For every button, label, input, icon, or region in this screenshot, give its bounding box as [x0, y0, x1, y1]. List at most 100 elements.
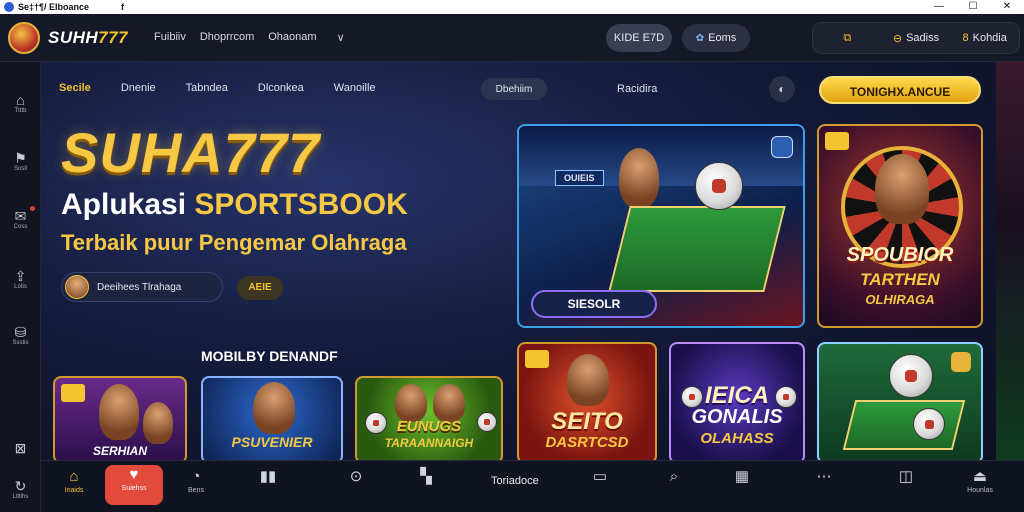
card-badge: OUIEIS	[555, 170, 604, 186]
top-nav-item-1[interactable]: Fuibiiv	[154, 31, 186, 44]
bottom-nav-label-1: Inaids	[64, 487, 84, 494]
top-nav-item-3[interactable]: Ohaonam	[268, 31, 316, 44]
game-card-3-line-2: TARAANNAIGH	[384, 436, 474, 450]
bottom-nav-center-text[interactable]: Toriadoce	[491, 475, 539, 487]
notification-dot	[30, 206, 35, 211]
bottom-nav-label-2: Suiehss	[121, 485, 147, 492]
left-sidebar: ⌂ Ttttb ⚑ Sosll ✉ Coss ⇪ Lotis ⛁ Ssstis ⊠ ↻ Ll…	[0, 62, 41, 512]
flag-icon: ⚑	[14, 150, 27, 166]
minimize-button[interactable]: —	[922, 0, 956, 14]
sidebar-item-sports[interactable]: ⚑ Sosll	[0, 150, 41, 172]
hero-subtitle: Aplukasi SPORTSBOOK	[61, 188, 408, 222]
section-title: MOBILBY DENANDF	[201, 348, 338, 364]
target-icon: ⊙	[349, 468, 363, 485]
facebook-icon[interactable]: f	[121, 2, 124, 12]
header-right-item-3[interactable]: 8 Kohdia	[950, 32, 1019, 44]
header-right-group: ⧉ ⊖ Sadiss 8 Kohdia	[812, 22, 1020, 54]
bottom-nav-favorites[interactable]: ♥ Suiehss	[105, 465, 163, 505]
bottom-nav-account[interactable]: ⏏ Hounlas	[951, 467, 1009, 494]
book-icon: ▚	[420, 468, 432, 485]
chevron-down-icon[interactable]: ∨	[337, 31, 345, 44]
bottom-nav-home[interactable]: ⌂ Inaids	[45, 467, 103, 494]
sidebar-label-2: Sosll	[13, 166, 27, 172]
apps-icon: ✿	[695, 32, 705, 44]
mail-icon: ✉	[14, 208, 27, 224]
user-pill-label: Deeihees Tlrahaga	[97, 281, 182, 293]
window-icon: ⧉	[843, 31, 852, 44]
game-card-2-caption: PSUVENIER	[231, 434, 313, 450]
sidebar-label-4: Lotis	[14, 284, 27, 290]
main-content: Secile Dnenie Tabndea Dlconkea Wanoille …	[41, 62, 996, 460]
card-b-line-3: OLHIRAGA	[865, 292, 935, 307]
sub-nav-item-4[interactable]: Dlconkea	[258, 82, 304, 94]
game-card-6[interactable]	[817, 342, 983, 460]
box-icon: ⊠	[14, 440, 27, 456]
bottom-nav-grid[interactable]: ▦	[713, 467, 771, 487]
sidebar-item-stats[interactable]: ⛁ Ssstis	[0, 324, 41, 346]
stadium-light-icon[interactable]: ◐	[769, 76, 795, 102]
badge-icon: 8	[962, 32, 969, 44]
shield-icon	[771, 136, 793, 158]
database-icon: ⛁	[14, 324, 27, 340]
bottom-nav-book[interactable]: ▚	[397, 467, 455, 487]
user-pill[interactable]: Deeihees Tlrahaga	[61, 272, 223, 302]
header-pill-1[interactable]: KIDE E7D	[606, 24, 672, 52]
bottom-nav-bets[interactable]: ◔ Bens	[167, 467, 225, 494]
sub-nav-item-1[interactable]: Secile	[59, 82, 91, 94]
cta-button[interactable]: TONIGHX.ANCUE	[819, 76, 981, 104]
search-icon: ⌕	[669, 468, 679, 485]
bottom-nav-target[interactable]: ⊙	[327, 467, 385, 487]
header-right-item-1[interactable]: ⧉	[813, 32, 882, 45]
game-card-2[interactable]: PSUVENIER	[201, 376, 343, 460]
header-pill-2-label: Eoms	[708, 32, 737, 44]
top-nav-item-2[interactable]: Dhoprrcom	[200, 31, 254, 44]
sidebar-item-messages[interactable]: ✉ Coss	[0, 206, 41, 230]
promo-card-stadium[interactable]: OUIEIS SIESOLR	[517, 124, 805, 328]
header-pill-2[interactable]: ✿ Eoms	[682, 24, 750, 52]
heart-icon: ♥	[129, 466, 139, 483]
card-a-button[interactable]: SIESOLR	[531, 290, 657, 318]
close-button[interactable]: ✕	[990, 0, 1024, 14]
bottom-nav-more[interactable]: ⋯	[795, 467, 853, 487]
sub-nav-pill[interactable]: Dbehiim	[481, 78, 547, 100]
sub-nav-item-5[interactable]: Wanoille	[334, 82, 376, 94]
player-portrait	[395, 384, 427, 422]
game-card-1-caption: SERHIAN	[92, 444, 147, 458]
promo-card-wheel[interactable]: SPOUBIOR TARTHEN OLHIRAGA	[817, 124, 983, 328]
sub-nav-item-2[interactable]: Dnenie	[121, 82, 156, 94]
sidebar-item-refresh[interactable]: ↻ Llttlhs	[0, 478, 41, 500]
game-card-3[interactable]: EUNUGS TARAANNAIGH	[355, 376, 503, 460]
game-card-4[interactable]: SEITO DASRTCSD	[517, 342, 657, 460]
player-figure	[619, 148, 659, 208]
game-card-1[interactable]: SERHIAN	[53, 376, 187, 460]
hero-subtitle-highlight: SPORTSBOOK	[194, 188, 408, 221]
home-icon: ⌂	[69, 468, 79, 485]
bottom-nav-pause[interactable]: ▮▮	[239, 467, 297, 487]
football-icon	[913, 408, 945, 440]
header-right-item-2[interactable]: ⊖ Sadiss	[882, 32, 951, 45]
maximize-button[interactable]: ☐	[956, 0, 990, 14]
bottom-nav-search[interactable]: ⌕	[645, 467, 703, 487]
football-icon	[695, 162, 743, 210]
sub-nav: Secile Dnenie Tabndea Dlconkea Wanoille	[59, 82, 376, 94]
hero-tagline: Terbaik puur Pengemar Olahraga	[61, 230, 407, 255]
sub-nav-right-item[interactable]: Racidira	[617, 83, 657, 95]
logo-text[interactable]: SUHH777	[48, 28, 128, 48]
tag-pill[interactable]: AEIE	[237, 276, 283, 300]
sidebar-label-1: Ttttb	[14, 108, 27, 114]
bottom-nav-window[interactable]: ▭	[571, 467, 629, 487]
sidebar-label-5: Ssstis	[12, 340, 29, 346]
card-b-line-1: SPOUBIOR	[846, 244, 954, 266]
hero-subtitle-plain: Aplukasi	[61, 188, 195, 221]
window-title: Se‡†¶/ Elboance	[18, 2, 90, 12]
bottom-nav-panel[interactable]: ◫	[877, 467, 935, 487]
sidebar-item-box[interactable]: ⊠	[0, 440, 41, 456]
sub-nav-item-3[interactable]: Tabndea	[186, 82, 228, 94]
sidebar-item-lotis[interactable]: ⇪ Lotis	[0, 268, 41, 290]
player-portrait	[253, 382, 295, 434]
sidebar-item-home[interactable]: ⌂ Ttttb	[0, 92, 41, 114]
right-edge-strip	[996, 62, 1024, 460]
logo-badge-icon[interactable]	[8, 21, 40, 54]
export-icon: ⇪	[14, 268, 27, 284]
game-card-5[interactable]: IEICA GONALIS OLAHASS	[669, 342, 805, 460]
